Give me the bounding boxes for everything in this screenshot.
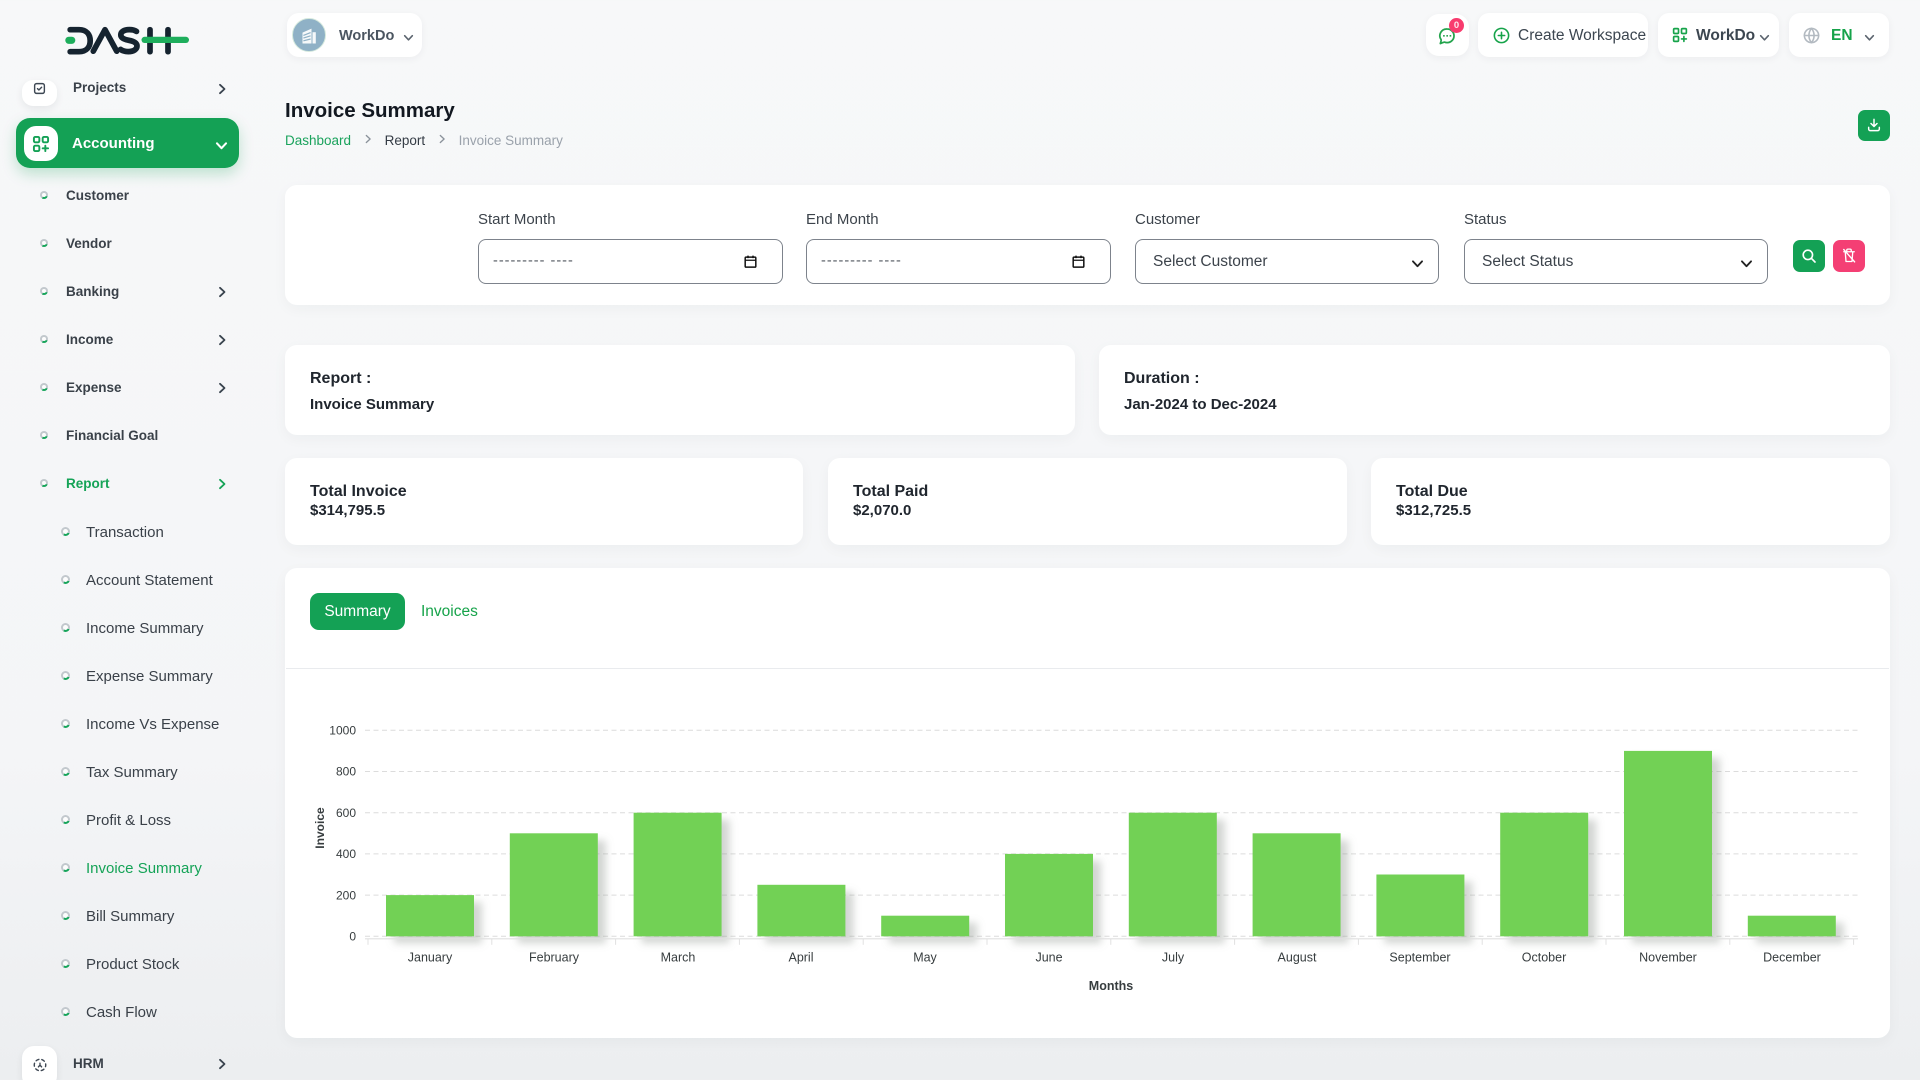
svg-text:April: April (788, 951, 813, 965)
svg-text:800: 800 (336, 765, 356, 779)
svg-text:February: February (529, 951, 580, 965)
svg-text:200: 200 (336, 888, 356, 902)
svg-text:400: 400 (336, 847, 356, 861)
svg-text:Invoice: Invoice (313, 807, 327, 849)
svg-text:October: October (1522, 951, 1566, 965)
svg-text:November: November (1639, 951, 1697, 965)
svg-text:July: July (1162, 951, 1185, 965)
svg-text:December: December (1763, 951, 1821, 965)
svg-text:August: August (1278, 951, 1317, 965)
svg-text:January: January (408, 951, 453, 965)
svg-text:0: 0 (349, 930, 356, 944)
svg-text:May: May (913, 951, 937, 965)
svg-text:September: September (1389, 951, 1450, 965)
svg-text:1000: 1000 (329, 724, 356, 738)
svg-text:600: 600 (336, 806, 356, 820)
svg-text:June: June (1035, 951, 1062, 965)
svg-text:March: March (661, 951, 696, 965)
svg-text:Months: Months (1089, 979, 1133, 993)
